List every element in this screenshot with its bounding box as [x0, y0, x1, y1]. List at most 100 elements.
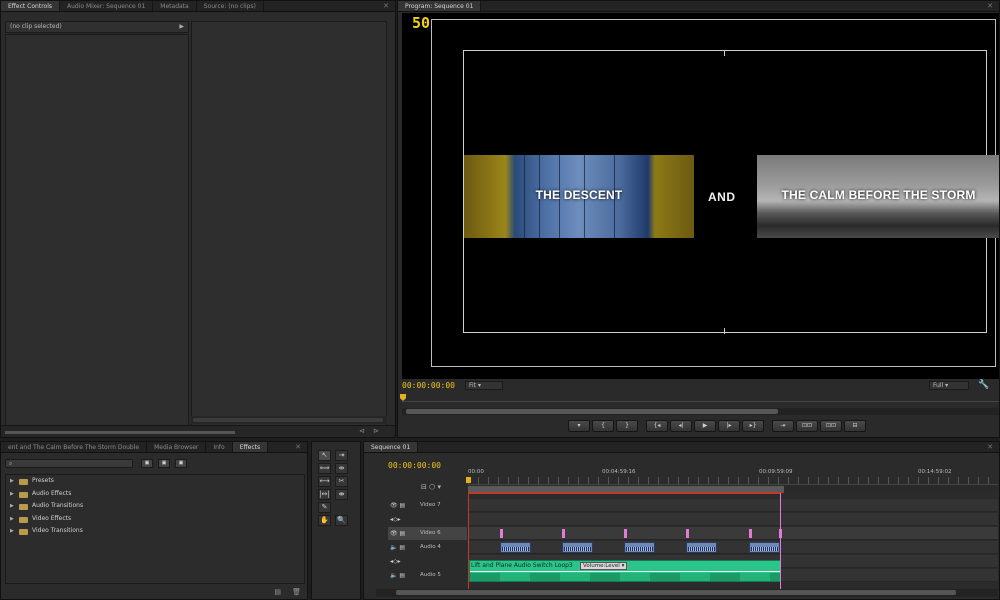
panel-menu-icon[interactable]: ✕	[987, 1, 993, 12]
scrollbar-thumb[interactable]	[396, 590, 956, 595]
tab-source[interactable]: Source: (no clips)	[197, 1, 264, 11]
mark-in-button[interactable]: {	[592, 420, 614, 432]
tab-sequence-01[interactable]: Sequence 01	[364, 442, 419, 452]
work-area-range[interactable]	[468, 486, 784, 493]
timeline-timecode[interactable]: 00:00:00:00	[388, 461, 441, 470]
speaker-icon[interactable]: 🔈 ▤	[390, 569, 405, 582]
zoom-scroll-thumb[interactable]	[406, 409, 778, 414]
extract-button[interactable]: ⊡⊡	[796, 420, 818, 432]
yuv-effects-button[interactable]: ▣	[175, 459, 187, 468]
tab-effect-controls[interactable]: Effect Controls	[1, 1, 60, 11]
audio-clip-lift-and-plane[interactable]: Lift and Plane Audio Switch Loop3 Volume…	[469, 560, 781, 582]
keyframe-icon[interactable]: ◂◇▸	[390, 555, 401, 568]
razor-tool[interactable]: ✂	[335, 476, 348, 487]
list-item[interactable]: ▶ Presets	[6, 475, 304, 488]
track-header[interactable]: 👁 ▤ Video 7	[388, 499, 467, 512]
step-back-button[interactable]: ◂|	[670, 420, 692, 432]
accelerated-effects-button[interactable]: ▣	[141, 459, 153, 468]
track-lane[interactable]	[468, 513, 998, 526]
program-time-ruler[interactable]	[400, 394, 999, 402]
tab-media-browser[interactable]: Media Browser	[147, 442, 207, 452]
slip-tool[interactable]: |↔|	[318, 489, 331, 500]
program-zoom-scroll[interactable]	[402, 408, 999, 415]
zoom-out-icon[interactable]: ⊲	[359, 427, 365, 435]
marker-icon[interactable]: ▾	[437, 483, 441, 491]
snap-icon[interactable]: ⊟	[421, 483, 427, 491]
go-to-in-button[interactable]: {◂	[646, 420, 668, 432]
expand-triangle-icon[interactable]: ▶	[10, 500, 14, 512]
timeline-scrollbar[interactable]	[376, 589, 998, 597]
track-header[interactable]: 👁 ▤ Video 6	[388, 527, 467, 540]
playhead-icon[interactable]	[400, 394, 406, 401]
keyframe-icon[interactable]: ◂◇▸	[390, 513, 401, 526]
expand-triangle-icon[interactable]: ▶	[10, 475, 14, 487]
clip-marker[interactable]	[500, 529, 503, 538]
volume-rubberband[interactable]	[470, 571, 780, 572]
playhead-icon[interactable]	[466, 477, 471, 483]
go-to-out-button[interactable]: ▸}	[742, 420, 764, 432]
track-lane[interactable]	[468, 527, 998, 540]
tab-metadata[interactable]: Metadata	[153, 1, 197, 11]
clip-marker[interactable]	[624, 529, 627, 538]
ripple-edit-tool[interactable]: ⟺	[318, 463, 331, 474]
expand-arrow-icon[interactable]: ▶	[179, 22, 184, 32]
effects-search-input[interactable]: ⌕	[5, 459, 133, 468]
audio-clip[interactable]	[500, 542, 531, 553]
program-video-frame[interactable]: 50 THE DESCENT AND THE CALM BEFORE THE S…	[402, 13, 999, 379]
selection-tool[interactable]: ↖	[318, 450, 331, 461]
list-item[interactable]: ▶ Audio Transitions	[6, 500, 304, 513]
tab-info[interactable]: Info	[206, 442, 233, 452]
track-lane[interactable]	[468, 499, 998, 512]
playhead-timecode[interactable]: 00:00:00:00	[402, 381, 455, 390]
zoom-level-select[interactable]: Fit ▾	[465, 381, 503, 390]
button-editor-button[interactable]: ⊟	[844, 420, 866, 432]
zoom-slider[interactable]	[5, 431, 235, 434]
zoom-tool[interactable]: 🔍	[335, 515, 348, 526]
add-marker-button[interactable]: ▾	[568, 420, 590, 432]
track-header[interactable]: ◂◇▸	[388, 555, 467, 568]
panel-menu-icon[interactable]: ✕	[987, 442, 993, 453]
32bit-effects-button[interactable]: ▣	[158, 459, 170, 468]
list-item[interactable]: ▶ Audio Effects	[6, 488, 304, 501]
tab-project[interactable]: ent and The Calm Before The Storm Double	[1, 442, 148, 452]
lift-button[interactable]: ⇥	[772, 420, 794, 432]
export-frame-button[interactable]: ⊡⊡	[820, 420, 842, 432]
volume-level-dropdown[interactable]: Volume:Level ▾	[580, 562, 628, 570]
slide-tool[interactable]: ⇼	[335, 489, 348, 500]
rate-stretch-tool[interactable]: ⟷	[318, 476, 331, 487]
timeline-time-ruler[interactable]	[468, 477, 998, 485]
clip-marker[interactable]	[562, 529, 565, 538]
track-select-tool[interactable]: ⇥	[335, 450, 348, 461]
step-forward-button[interactable]: |▸	[718, 420, 740, 432]
track-header[interactable]: 🔈 ▤ Audio 4	[388, 541, 467, 554]
set-marker-icon[interactable]: ⬡	[429, 483, 435, 491]
track-lane[interactable]	[468, 541, 998, 554]
eye-icon[interactable]: 👁 ▤	[390, 527, 405, 540]
tab-program[interactable]: Program: Sequence 01	[398, 1, 482, 11]
track-header[interactable]: 🔈 ▤ Audio 5	[388, 569, 467, 582]
playback-resolution-select[interactable]: Full ▾	[929, 381, 969, 390]
scrollbar-thumb[interactable]	[193, 418, 383, 422]
audio-clip[interactable]	[624, 542, 655, 553]
expand-triangle-icon[interactable]: ▶	[10, 488, 14, 500]
speaker-icon[interactable]: 🔈 ▤	[390, 541, 405, 554]
panel-menu-icon[interactable]: ✕	[383, 1, 389, 12]
zoom-in-icon[interactable]: ⊳	[373, 427, 379, 435]
play-button[interactable]: ▶	[694, 420, 716, 432]
pen-tool[interactable]: ✎	[318, 502, 331, 513]
delete-icon[interactable]: 🗑	[292, 588, 301, 596]
panel-menu-icon[interactable]: ✕	[295, 442, 301, 453]
clip-marker[interactable]	[686, 529, 689, 538]
clip-marker[interactable]	[749, 529, 752, 538]
audio-clip[interactable]	[749, 542, 780, 553]
effect-controls-scrollbar[interactable]	[191, 416, 387, 424]
settings-wrench-icon[interactable]: 🔧	[978, 380, 989, 390]
expand-triangle-icon[interactable]: ▶	[10, 525, 14, 537]
tab-effects[interactable]: Effects	[232, 442, 269, 452]
new-bin-icon[interactable]: ▤	[274, 588, 281, 596]
rolling-edit-tool[interactable]: ⇹	[335, 463, 348, 474]
mark-out-button[interactable]: }	[616, 420, 638, 432]
work-area-bar[interactable]	[468, 486, 998, 493]
eye-icon[interactable]: 👁 ▤	[390, 499, 405, 512]
audio-clip[interactable]	[686, 542, 717, 553]
